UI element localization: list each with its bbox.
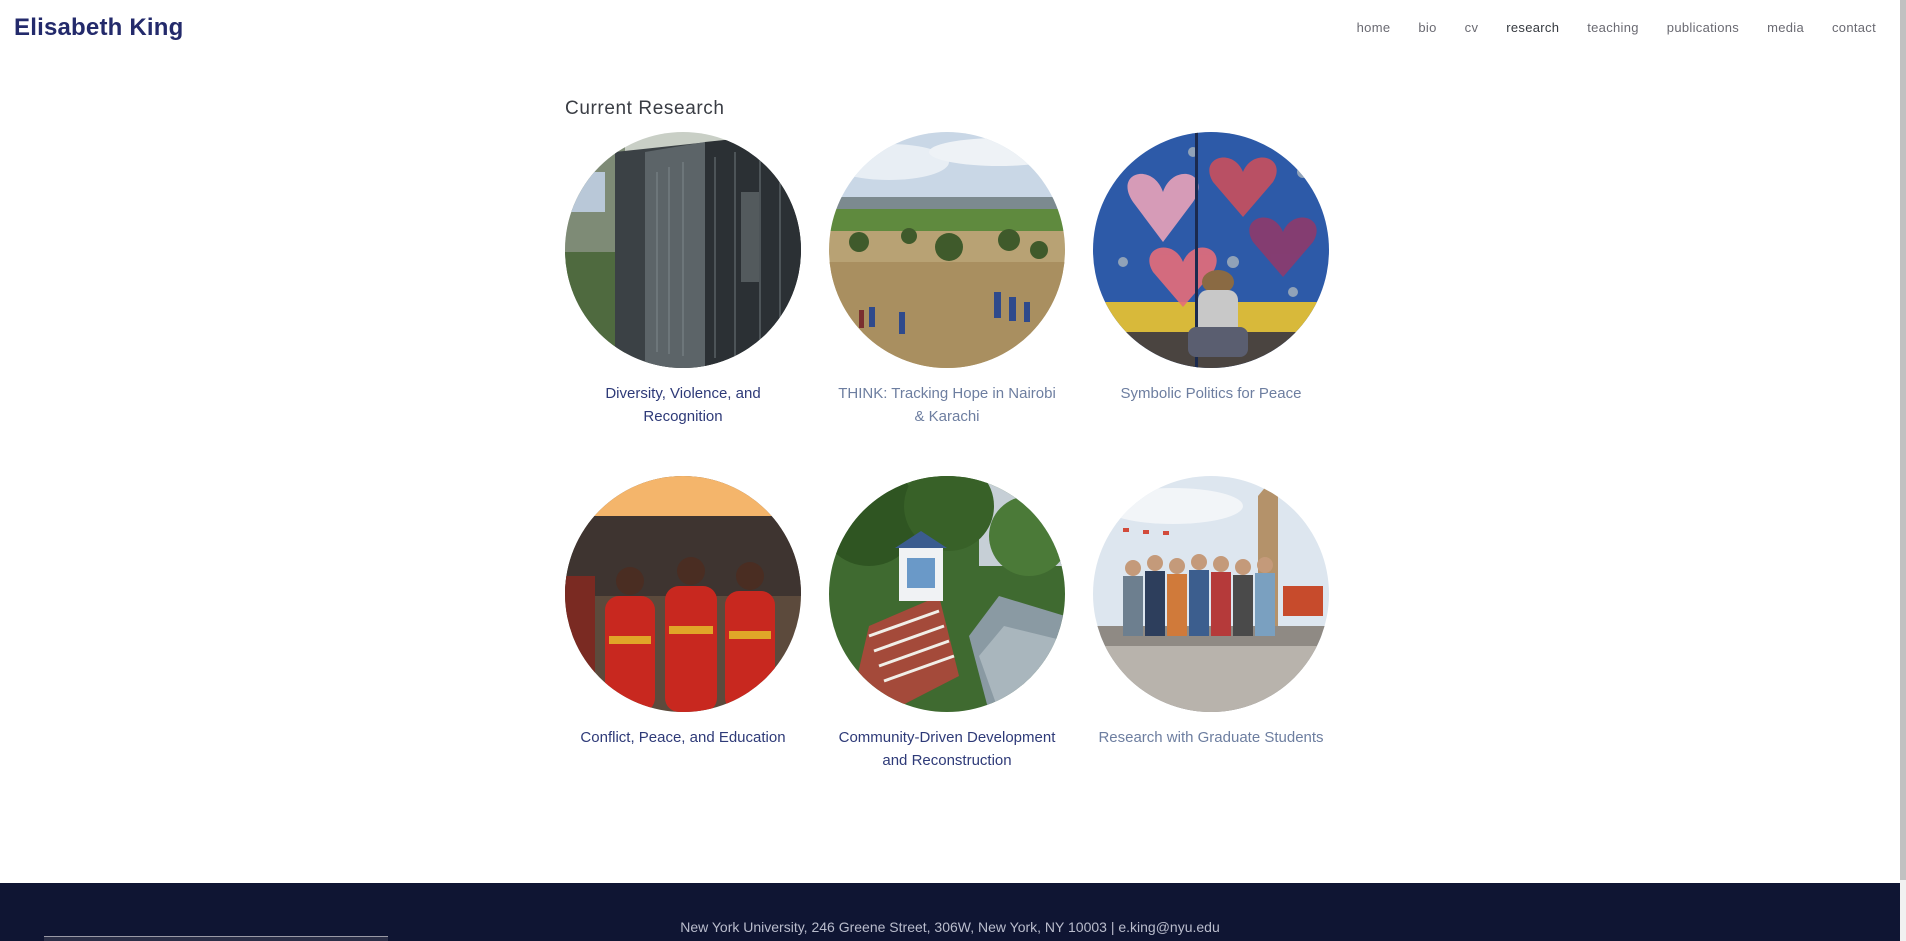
research-card-title: Research with Graduate Students [1098,729,1324,746]
research-card-title: Community-Driven Development and Reconst… [838,729,1056,769]
nav-teaching[interactable]: teaching [1587,20,1639,35]
dancers-photo [565,476,801,712]
research-card-title: Diversity, Violence, and Recognition [605,385,761,425]
research-card-diversity[interactable]: Diversity, Violence, and Recognition [565,132,801,428]
nav-bio[interactable]: bio [1418,20,1436,35]
group-photo [1093,476,1329,712]
nav-research[interactable]: research [1506,20,1559,35]
nav-publications[interactable]: publications [1667,20,1739,35]
main-nav: home bio cv research teaching publicatio… [1329,20,1876,35]
research-card-title: Conflict, Peace, and Education [580,729,786,746]
scrollbar-thumb[interactable] [1900,0,1906,880]
site-header: Elisabeth King home bio cv research teac… [0,0,1900,60]
nav-home[interactable]: home [1357,20,1391,35]
page-scrollbar[interactable] [1900,0,1906,941]
research-card-education[interactable]: Conflict, Peace, and Education [565,476,801,749]
page: Elisabeth King home bio cv research teac… [0,0,1906,941]
heart-mural-photo [1093,132,1329,368]
site-logo-link[interactable]: Elisabeth King [14,14,184,42]
site-footer: New York University, 246 Greene Street, … [0,883,1900,941]
research-card-community[interactable]: Community-Driven Development and Reconst… [829,476,1065,772]
footer-overlay-bar [44,936,388,941]
research-card-symbolic[interactable]: Symbolic Politics for Peace [1093,132,1329,405]
section-title: Current Research [565,98,725,119]
nav-cv[interactable]: cv [1465,20,1479,35]
nav-media[interactable]: media [1767,20,1804,35]
research-card-title: Symbolic Politics for Peace [1120,385,1302,402]
research-card-title: THINK: Tracking Hope in Nairobi & Karach… [838,385,1056,425]
field-landscape-photo [829,132,1065,368]
nav-contact[interactable]: contact [1832,20,1876,35]
memorial-wall-photo [565,132,801,368]
footer-contact-text: New York University, 246 Greene Street, … [680,919,1220,935]
hillside-shrine-photo [829,476,1065,712]
research-card-think[interactable]: THINK: Tracking Hope in Nairobi & Karach… [829,132,1065,428]
research-card-graduate[interactable]: Research with Graduate Students [1093,476,1329,749]
